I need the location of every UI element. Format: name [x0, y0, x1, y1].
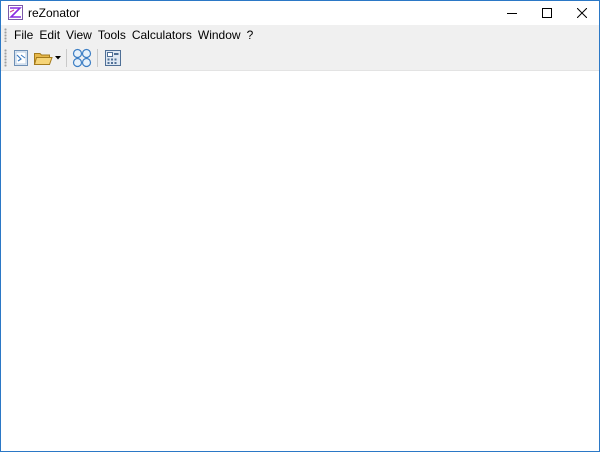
menu-tools[interactable]: Tools	[95, 26, 129, 44]
open-file-button[interactable]	[32, 47, 54, 69]
close-button[interactable]	[566, 1, 598, 25]
lens-group-button[interactable]	[71, 47, 93, 69]
main-toolbar	[1, 45, 599, 71]
close-icon	[577, 8, 587, 18]
toolbar-separator	[97, 48, 98, 67]
calculator-button[interactable]	[102, 47, 124, 69]
menu-file[interactable]: File	[11, 26, 36, 44]
calculator-icon	[105, 49, 121, 66]
maximize-button[interactable]	[531, 1, 563, 25]
menu-help[interactable]: ?	[244, 26, 257, 44]
window-title: reZonator	[28, 6, 81, 20]
app-window: reZonator File Edit View Tools Calculato…	[0, 0, 600, 452]
minimize-button[interactable]	[496, 1, 528, 25]
menu-view[interactable]: View	[63, 26, 95, 44]
maximize-icon	[542, 8, 552, 18]
menu-window[interactable]: Window	[195, 26, 244, 44]
new-schema-button[interactable]	[10, 47, 32, 69]
new-schema-icon	[14, 49, 28, 66]
menu-bar: File Edit View Tools Calculators Window …	[1, 25, 599, 45]
title-bar[interactable]: reZonator	[1, 1, 599, 25]
lens-group-icon	[72, 48, 92, 67]
menu-calculators[interactable]: Calculators	[129, 26, 195, 44]
toolbar-separator	[66, 48, 67, 67]
open-recent-dropdown[interactable]	[54, 47, 62, 69]
open-folder-icon	[33, 52, 53, 65]
menu-edit[interactable]: Edit	[36, 26, 63, 44]
toolbar-grip[interactable]	[4, 48, 7, 67]
app-logo-icon	[8, 5, 23, 20]
menubar-grip[interactable]	[4, 28, 7, 42]
minimize-icon	[507, 13, 517, 14]
mdi-workspace[interactable]	[1, 72, 599, 451]
dropdown-arrow-icon	[55, 55, 61, 59]
